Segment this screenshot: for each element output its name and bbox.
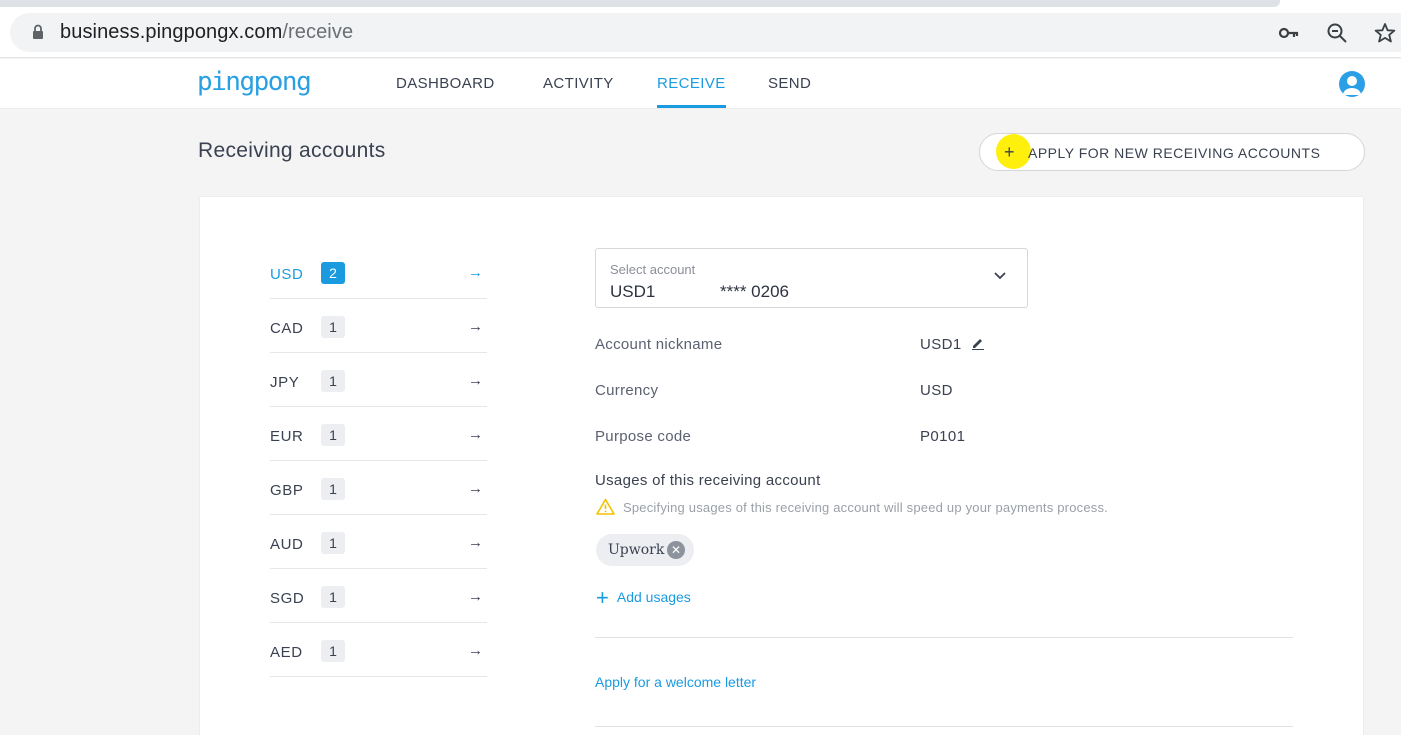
divider	[595, 726, 1293, 727]
account-select[interactable]: Select account USD1 **** 0206	[595, 248, 1028, 308]
accounts-card: USD 2 → CAD 1 → JPY 1 → EUR 1 → GBP 1 → …	[199, 196, 1364, 735]
nav-activity[interactable]: ACTIVITY	[543, 75, 614, 92]
address-bar[interactable]: business.pingpongx.com/receive	[10, 13, 1401, 52]
add-usages-button[interactable]: + Add usages	[596, 585, 691, 611]
plus-icon: +	[1004, 142, 1015, 162]
apply-new-accounts-button[interactable]: + APPLY FOR NEW RECEIVING ACCOUNTS	[979, 133, 1365, 171]
remove-chip-icon[interactable]: ✕	[667, 541, 685, 559]
currency-item-jpy[interactable]: JPY 1 →	[270, 353, 487, 407]
currency-code: EUR	[270, 428, 304, 445]
currency-item-usd[interactable]: USD 2 →	[270, 245, 487, 299]
currency-item-eur[interactable]: EUR 1 →	[270, 407, 487, 461]
zoom-out-icon[interactable]	[1326, 22, 1348, 44]
currency-item-cad[interactable]: CAD 1 →	[270, 299, 487, 353]
currency-value: USD	[920, 382, 953, 399]
browser-toolbar: business.pingpongx.com/receive	[0, 0, 1401, 58]
nav-receive[interactable]: RECEIVE	[657, 75, 726, 92]
currency-code: AUD	[270, 536, 304, 553]
arrow-right-icon: →	[468, 534, 483, 551]
currency-code: CAD	[270, 320, 304, 337]
account-count-badge: 1	[321, 316, 345, 338]
arrow-right-icon: →	[468, 588, 483, 605]
account-count-badge: 1	[321, 586, 345, 608]
arrow-right-icon: →	[468, 480, 483, 497]
warning-icon	[596, 498, 615, 515]
nav-send[interactable]: SEND	[768, 75, 811, 92]
add-usages-label: Add usages	[616, 589, 691, 605]
active-nav-indicator	[657, 105, 726, 108]
currency-code: SGD	[270, 590, 305, 607]
app-header: pingpong DASHBOARD ACTIVITY RECEIVE SEND	[0, 59, 1401, 109]
currency-code: USD	[270, 266, 304, 283]
nickname-label: Account nickname	[595, 336, 723, 353]
welcome-letter-link[interactable]: Apply for a welcome letter	[595, 674, 756, 690]
nav-dashboard[interactable]: DASHBOARD	[396, 75, 495, 92]
tab-strip	[0, 0, 1280, 7]
edit-pencil-icon[interactable]	[971, 336, 985, 350]
account-count-badge: 1	[321, 370, 345, 392]
currency-item-gbp[interactable]: GBP 1 →	[270, 461, 487, 515]
currency-item-aud[interactable]: AUD 1 →	[270, 515, 487, 569]
purpose-code-value: P0101	[920, 428, 966, 445]
user-avatar-icon[interactable]	[1339, 71, 1365, 97]
usages-title: Usages of this receiving account	[595, 472, 821, 489]
selected-account-number: **** 0206	[720, 282, 790, 301]
account-count-badge: 1	[321, 424, 345, 446]
apply-button-label: APPLY FOR NEW RECEIVING ACCOUNTS	[1028, 145, 1321, 161]
currency-item-aed[interactable]: AED 1 →	[270, 623, 487, 677]
account-count-badge: 2	[321, 262, 345, 284]
page-title: Receiving accounts	[198, 139, 386, 162]
pingpong-logo[interactable]: pingpong	[197, 67, 312, 97]
account-count-badge: 1	[321, 478, 345, 500]
selected-account-name: USD1	[610, 282, 656, 301]
currency-code: AED	[270, 644, 303, 661]
usage-chip-label: Upwork	[608, 542, 665, 558]
usage-chip: Upwork ✕	[596, 534, 694, 566]
currency-code: JPY	[270, 374, 300, 391]
currency-label: Currency	[595, 382, 659, 399]
chevron-down-icon	[994, 272, 1006, 280]
account-count-badge: 1	[321, 532, 345, 554]
lock-icon	[33, 24, 43, 39]
arrow-right-icon: →	[468, 318, 483, 335]
arrow-right-icon: →	[468, 426, 483, 443]
account-count-badge: 1	[321, 640, 345, 662]
url-path: /receive	[282, 21, 354, 43]
arrow-right-icon: →	[468, 264, 483, 281]
key-icon[interactable]	[1278, 22, 1300, 44]
currency-code: GBP	[270, 482, 304, 499]
star-icon[interactable]	[1374, 22, 1396, 44]
url-text[interactable]: business.pingpongx.com/receive	[60, 21, 353, 44]
url-host: business.pingpongx.com	[60, 21, 283, 43]
purpose-code-label: Purpose code	[595, 428, 692, 445]
nickname-value: USD1	[920, 336, 962, 353]
select-label: Select account	[610, 262, 696, 277]
arrow-right-icon: →	[468, 372, 483, 389]
arrow-right-icon: →	[468, 642, 483, 659]
usages-hint: Specifying usages of this receiving acco…	[623, 500, 1108, 515]
plus-icon: +	[596, 585, 609, 610]
divider	[595, 637, 1293, 638]
currency-item-sgd[interactable]: SGD 1 →	[270, 569, 487, 623]
